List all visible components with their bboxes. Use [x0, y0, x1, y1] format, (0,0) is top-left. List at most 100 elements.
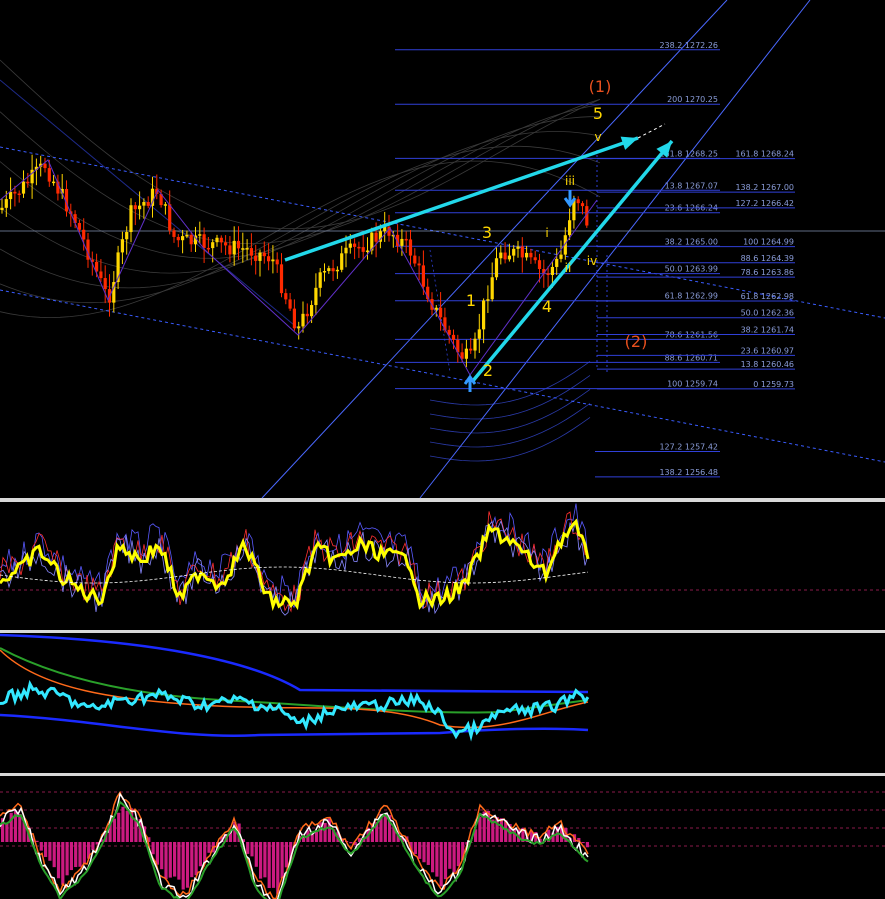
- hist-bar: [263, 842, 267, 878]
- hist-bar: [250, 842, 254, 857]
- candle-body: [490, 277, 494, 300]
- fib-level-label: 23.6 1260.97: [741, 346, 794, 355]
- panel-divider: [0, 498, 885, 502]
- candle-body: [499, 252, 503, 259]
- candle-body: [21, 181, 26, 194]
- fib-level-label: 88.6 1260.71: [665, 353, 718, 362]
- candle-body: [331, 268, 335, 272]
- wave-label: i: [545, 226, 548, 240]
- candle-body: [82, 229, 86, 240]
- candle-body: [211, 242, 215, 249]
- fib-level-label: 38.2 1261.74: [741, 326, 794, 335]
- candle-body: [0, 207, 4, 210]
- ma-orange: [0, 649, 589, 729]
- fib-level-label: 138.2 1267.00: [735, 183, 794, 192]
- candle-body: [546, 273, 550, 275]
- hist-bar: [74, 842, 78, 868]
- candle-body: [262, 252, 266, 257]
- candle-body: [138, 205, 142, 210]
- candle-body: [125, 232, 129, 240]
- fib-level-label: 127.2 1257.42: [659, 442, 718, 451]
- candle-body: [254, 255, 258, 261]
- candle-body: [185, 234, 189, 237]
- candle-body: [267, 256, 271, 262]
- hist-bar: [185, 842, 190, 888]
- candle-body: [4, 199, 8, 208]
- candle-body: [47, 168, 51, 182]
- candle-body: [340, 253, 344, 270]
- hist-bar: [177, 842, 181, 880]
- candle-body: [168, 204, 172, 231]
- fib-level-label: 13.8 1267.07: [665, 181, 718, 190]
- hist-bar: [56, 842, 61, 879]
- hist-bar: [422, 842, 426, 863]
- wave-label: 2: [483, 361, 493, 380]
- wave-label: iii: [565, 174, 575, 188]
- candle-body: [292, 308, 296, 329]
- hist-bar: [267, 842, 271, 889]
- hist-bar: [259, 842, 263, 879]
- fib-level-label: 38.2 1265.00: [665, 237, 718, 246]
- candle-body: [494, 258, 499, 278]
- hist-bar: [121, 806, 125, 842]
- candle-body: [279, 264, 284, 294]
- hist-bar: [91, 842, 95, 850]
- hist-bar: [112, 818, 116, 842]
- hist-bar: [82, 842, 86, 864]
- fib-level-label: 238.2 1272.26: [659, 41, 718, 50]
- hist-bar: [418, 842, 422, 859]
- candle-body: [529, 252, 533, 258]
- candle-body: [537, 260, 542, 270]
- panel-divider: [0, 773, 885, 776]
- candle-body: [129, 205, 133, 233]
- candle-body: [181, 236, 185, 241]
- hist-bar: [426, 842, 430, 865]
- hist-bar: [44, 842, 48, 857]
- envelope-line-lower: [429, 389, 591, 434]
- candle-body: [525, 252, 529, 258]
- candle-body: [344, 247, 348, 254]
- fib-level-label: 100 1264.99: [743, 238, 794, 247]
- hist-bar: [246, 842, 250, 854]
- fib-level-label: 100 1259.74: [667, 380, 718, 389]
- hist-bar: [443, 842, 448, 880]
- fan-line: [261, 0, 728, 499]
- candle-body: [310, 305, 314, 317]
- fib-level-label: 200 1270.25: [667, 95, 718, 104]
- hist-bar: [478, 816, 482, 842]
- histogram-panel: [0, 790, 885, 899]
- candle-body: [271, 259, 275, 262]
- fib-level-label: 138.2 1256.48: [659, 468, 718, 477]
- candle-body: [348, 243, 352, 248]
- candle-body: [284, 293, 288, 300]
- candle-body: [13, 191, 17, 194]
- candle-body: [133, 205, 137, 210]
- candle-body: [434, 307, 438, 310]
- candle-body: [335, 269, 339, 272]
- candle-body: [482, 300, 486, 330]
- candle-body: [512, 248, 516, 256]
- hist-bar: [5, 822, 9, 842]
- candle-body: [232, 240, 236, 255]
- candle-body: [258, 252, 262, 261]
- hist-bar: [284, 842, 288, 868]
- candle-body: [219, 237, 223, 243]
- candle-body: [477, 329, 481, 339]
- candle-body: [99, 271, 103, 279]
- price-panel: 261.8 1275.30238.2 1272.26200 1270.25161…: [0, 0, 885, 499]
- candle-body: [26, 181, 30, 184]
- candle-body: [327, 268, 331, 272]
- fib-level-label: 88.6 1264.39: [741, 254, 794, 263]
- candle-body: [413, 255, 417, 264]
- wave-label: (1): [589, 77, 612, 96]
- candle-body: [580, 203, 585, 207]
- candle-body: [241, 248, 245, 250]
- candle-body: [318, 272, 322, 288]
- hist-bar: [271, 842, 276, 888]
- hist-bar: [581, 842, 585, 844]
- candle-body: [224, 242, 228, 246]
- hist-bar: [499, 818, 503, 842]
- hist-bar: [164, 842, 168, 880]
- candle-body: [52, 181, 56, 184]
- candle-body: [297, 326, 301, 329]
